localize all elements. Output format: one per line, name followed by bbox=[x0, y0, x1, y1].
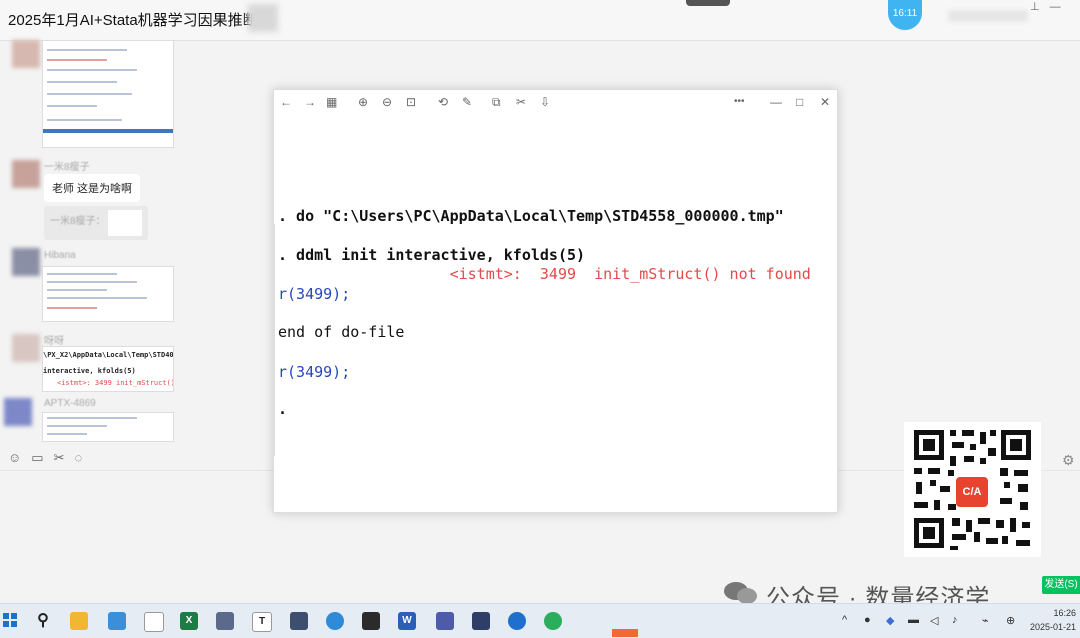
tray-volume-icon[interactable]: ◁ bbox=[930, 614, 938, 627]
avatar[interactable] bbox=[4, 398, 32, 426]
sender-name: APTX-4869 bbox=[44, 398, 96, 409]
qr-logo: C/A bbox=[956, 477, 988, 507]
screenshot-thumbnail[interactable] bbox=[42, 412, 174, 442]
taskbar-clock[interactable]: 16:26 2025-01-21 bbox=[1030, 606, 1076, 634]
file-explorer-icon[interactable] bbox=[70, 612, 88, 630]
pin-icon[interactable]: ⊥ bbox=[1030, 1, 1050, 13]
app-icon[interactable] bbox=[472, 612, 490, 630]
panda-app-icon[interactable] bbox=[144, 612, 164, 632]
blurred-top-text bbox=[948, 10, 1028, 22]
snippet-command: interactive, kfolds(5) bbox=[43, 367, 136, 375]
chat-history[interactable]: 一米8瘦子 老师 这是为啥啊 一米8瘦子： Hibana 呀呀 \PX_X2\A… bbox=[0, 40, 178, 442]
quote-sender: 一米8瘦子： bbox=[50, 216, 106, 227]
settings-icon[interactable]: ⚙ bbox=[1062, 452, 1075, 469]
tray-language-icon[interactable]: ⊕ bbox=[1006, 614, 1015, 627]
screenshot-thumbnail[interactable] bbox=[42, 266, 174, 322]
rotate-icon[interactable]: ⟲ bbox=[438, 94, 448, 110]
console-line-prompt: . bbox=[278, 400, 288, 418]
console-line-error: <istmt>: 3499 init_mStruct() not found bbox=[278, 265, 811, 283]
viewer-toolbar: ← → ▦ ⊕ ⊖ ⊡ ⟲ ✎ ⧉ ✂ ⇩ ••• — □ ✕ bbox=[274, 90, 837, 114]
edit-icon[interactable]: ✎ bbox=[462, 94, 472, 110]
app-icon[interactable] bbox=[436, 612, 454, 630]
scissors-icon[interactable]: ✂ bbox=[54, 450, 75, 465]
snippet-path: \PX_X2\AppData\Local\Temp\STD404e0_ bbox=[43, 351, 173, 359]
windows-start-icon[interactable] bbox=[3, 613, 17, 627]
avatar[interactable] bbox=[12, 40, 40, 68]
copy-icon[interactable]: ⧉ bbox=[492, 94, 501, 110]
screen-share-handle[interactable] bbox=[686, 0, 730, 6]
tray-expand-icon[interactable]: ^ bbox=[842, 614, 847, 626]
edge-browser-icon[interactable] bbox=[326, 612, 344, 630]
text-app-icon[interactable]: T bbox=[252, 612, 272, 632]
zoom-in-icon[interactable]: ⊕ bbox=[358, 94, 368, 110]
clock-date: 2025-01-21 bbox=[1030, 622, 1077, 632]
zoom-out-icon[interactable]: ⊖ bbox=[382, 94, 392, 110]
close-icon[interactable]: ✕ bbox=[820, 94, 830, 110]
window-title: 2025年1月AI+Stata机器学习因果推断 bbox=[8, 12, 258, 29]
excel-icon[interactable]: X bbox=[180, 612, 198, 630]
tray-speaker-icon[interactable]: ♪ bbox=[952, 614, 958, 626]
chat-history-icon[interactable]: ◌ bbox=[74, 450, 92, 465]
terminal-icon[interactable] bbox=[362, 612, 380, 630]
screenshot-thumbnail[interactable]: \PX_X2\AppData\Local\Temp\STD404e0_ inte… bbox=[42, 346, 174, 392]
app-icon[interactable] bbox=[290, 612, 308, 630]
sender-name: Hibana bbox=[44, 250, 76, 261]
avatar[interactable] bbox=[12, 248, 40, 276]
emoji-icon[interactable]: ☺ bbox=[8, 450, 31, 465]
blurred-title-end bbox=[248, 4, 278, 32]
message-bubble[interactable]: 老师 这是为啥啊 bbox=[44, 174, 141, 202]
quote-bubble[interactable]: 一米8瘦子： bbox=[44, 206, 148, 240]
search-icon[interactable]: ⚲ bbox=[34, 612, 52, 630]
word-icon[interactable]: W bbox=[398, 612, 416, 630]
avatar[interactable] bbox=[12, 334, 40, 362]
sender-name: 呀呀 bbox=[44, 336, 64, 347]
maximize-icon[interactable]: □ bbox=[796, 94, 803, 110]
more-icon[interactable]: ••• bbox=[734, 94, 745, 110]
app-grid-icon[interactable] bbox=[216, 612, 234, 630]
clock-time: 16:26 bbox=[1053, 608, 1077, 618]
download-icon[interactable]: ⇩ bbox=[540, 94, 550, 110]
console-line-ddml: . ddml init interactive, kfolds(5) bbox=[278, 246, 586, 264]
back-icon[interactable]: ← bbox=[280, 94, 292, 110]
snippet-error: <istmt>: 3499 init_mStruct() bbox=[57, 379, 173, 387]
sender-name: 一米8瘦子 bbox=[44, 162, 90, 173]
fit-icon[interactable]: ⊡ bbox=[406, 94, 416, 110]
app-icon[interactable] bbox=[108, 612, 126, 630]
image-viewer-window[interactable]: ← → ▦ ⊕ ⊖ ⊡ ⟲ ✎ ⧉ ✂ ⇩ ••• — □ ✕ . do "C:… bbox=[273, 89, 838, 513]
top-right-icons[interactable]: ⊥— bbox=[1030, 0, 1071, 13]
forward-icon[interactable]: → bbox=[304, 94, 316, 110]
console-line-do: . do "C:\Users\PC\AppData\Local\Temp\STD… bbox=[278, 207, 784, 225]
grid-icon[interactable]: ▦ bbox=[326, 94, 337, 110]
app-icon[interactable] bbox=[508, 612, 526, 630]
console-line-return-code: r(3499); bbox=[278, 285, 351, 303]
wechat-taskbar-icon[interactable] bbox=[544, 612, 562, 630]
avatar[interactable] bbox=[12, 160, 40, 188]
tray-app-icon[interactable]: ▬ bbox=[908, 614, 919, 626]
crop-icon[interactable]: ✂ bbox=[516, 94, 526, 110]
windows-taskbar: ⚲ X T W ^ ● ◆ ▬ ◁ ♪ ⌁ ⊕ 16:26 2025-01-21 bbox=[0, 603, 1080, 638]
folder-icon[interactable]: ▭ bbox=[31, 450, 53, 465]
console-line-end: end of do-file bbox=[278, 323, 405, 341]
stata-console-screenshot: . do "C:\Users\PC\AppData\Local\Temp\STD… bbox=[274, 114, 837, 512]
chat-input-toolbar[interactable]: ☺▭✂◌ bbox=[8, 450, 92, 466]
taskbar-popup-edge bbox=[612, 629, 638, 637]
console-line-return-code: r(3499); bbox=[278, 363, 351, 381]
window-minimize-icon[interactable]: — bbox=[1050, 1, 1071, 13]
minimize-icon[interactable]: — bbox=[770, 94, 782, 110]
tray-mic-icon[interactable]: ● bbox=[864, 614, 871, 626]
tray-network-icon[interactable]: ⌁ bbox=[982, 614, 989, 627]
send-button[interactable]: 发送(S) bbox=[1042, 576, 1080, 594]
screenshot-thumbnail[interactable] bbox=[42, 40, 174, 148]
quote-thumbnail[interactable] bbox=[108, 210, 142, 236]
console-left-edge bbox=[274, 224, 275, 456]
tray-shield-icon[interactable]: ◆ bbox=[886, 614, 894, 627]
